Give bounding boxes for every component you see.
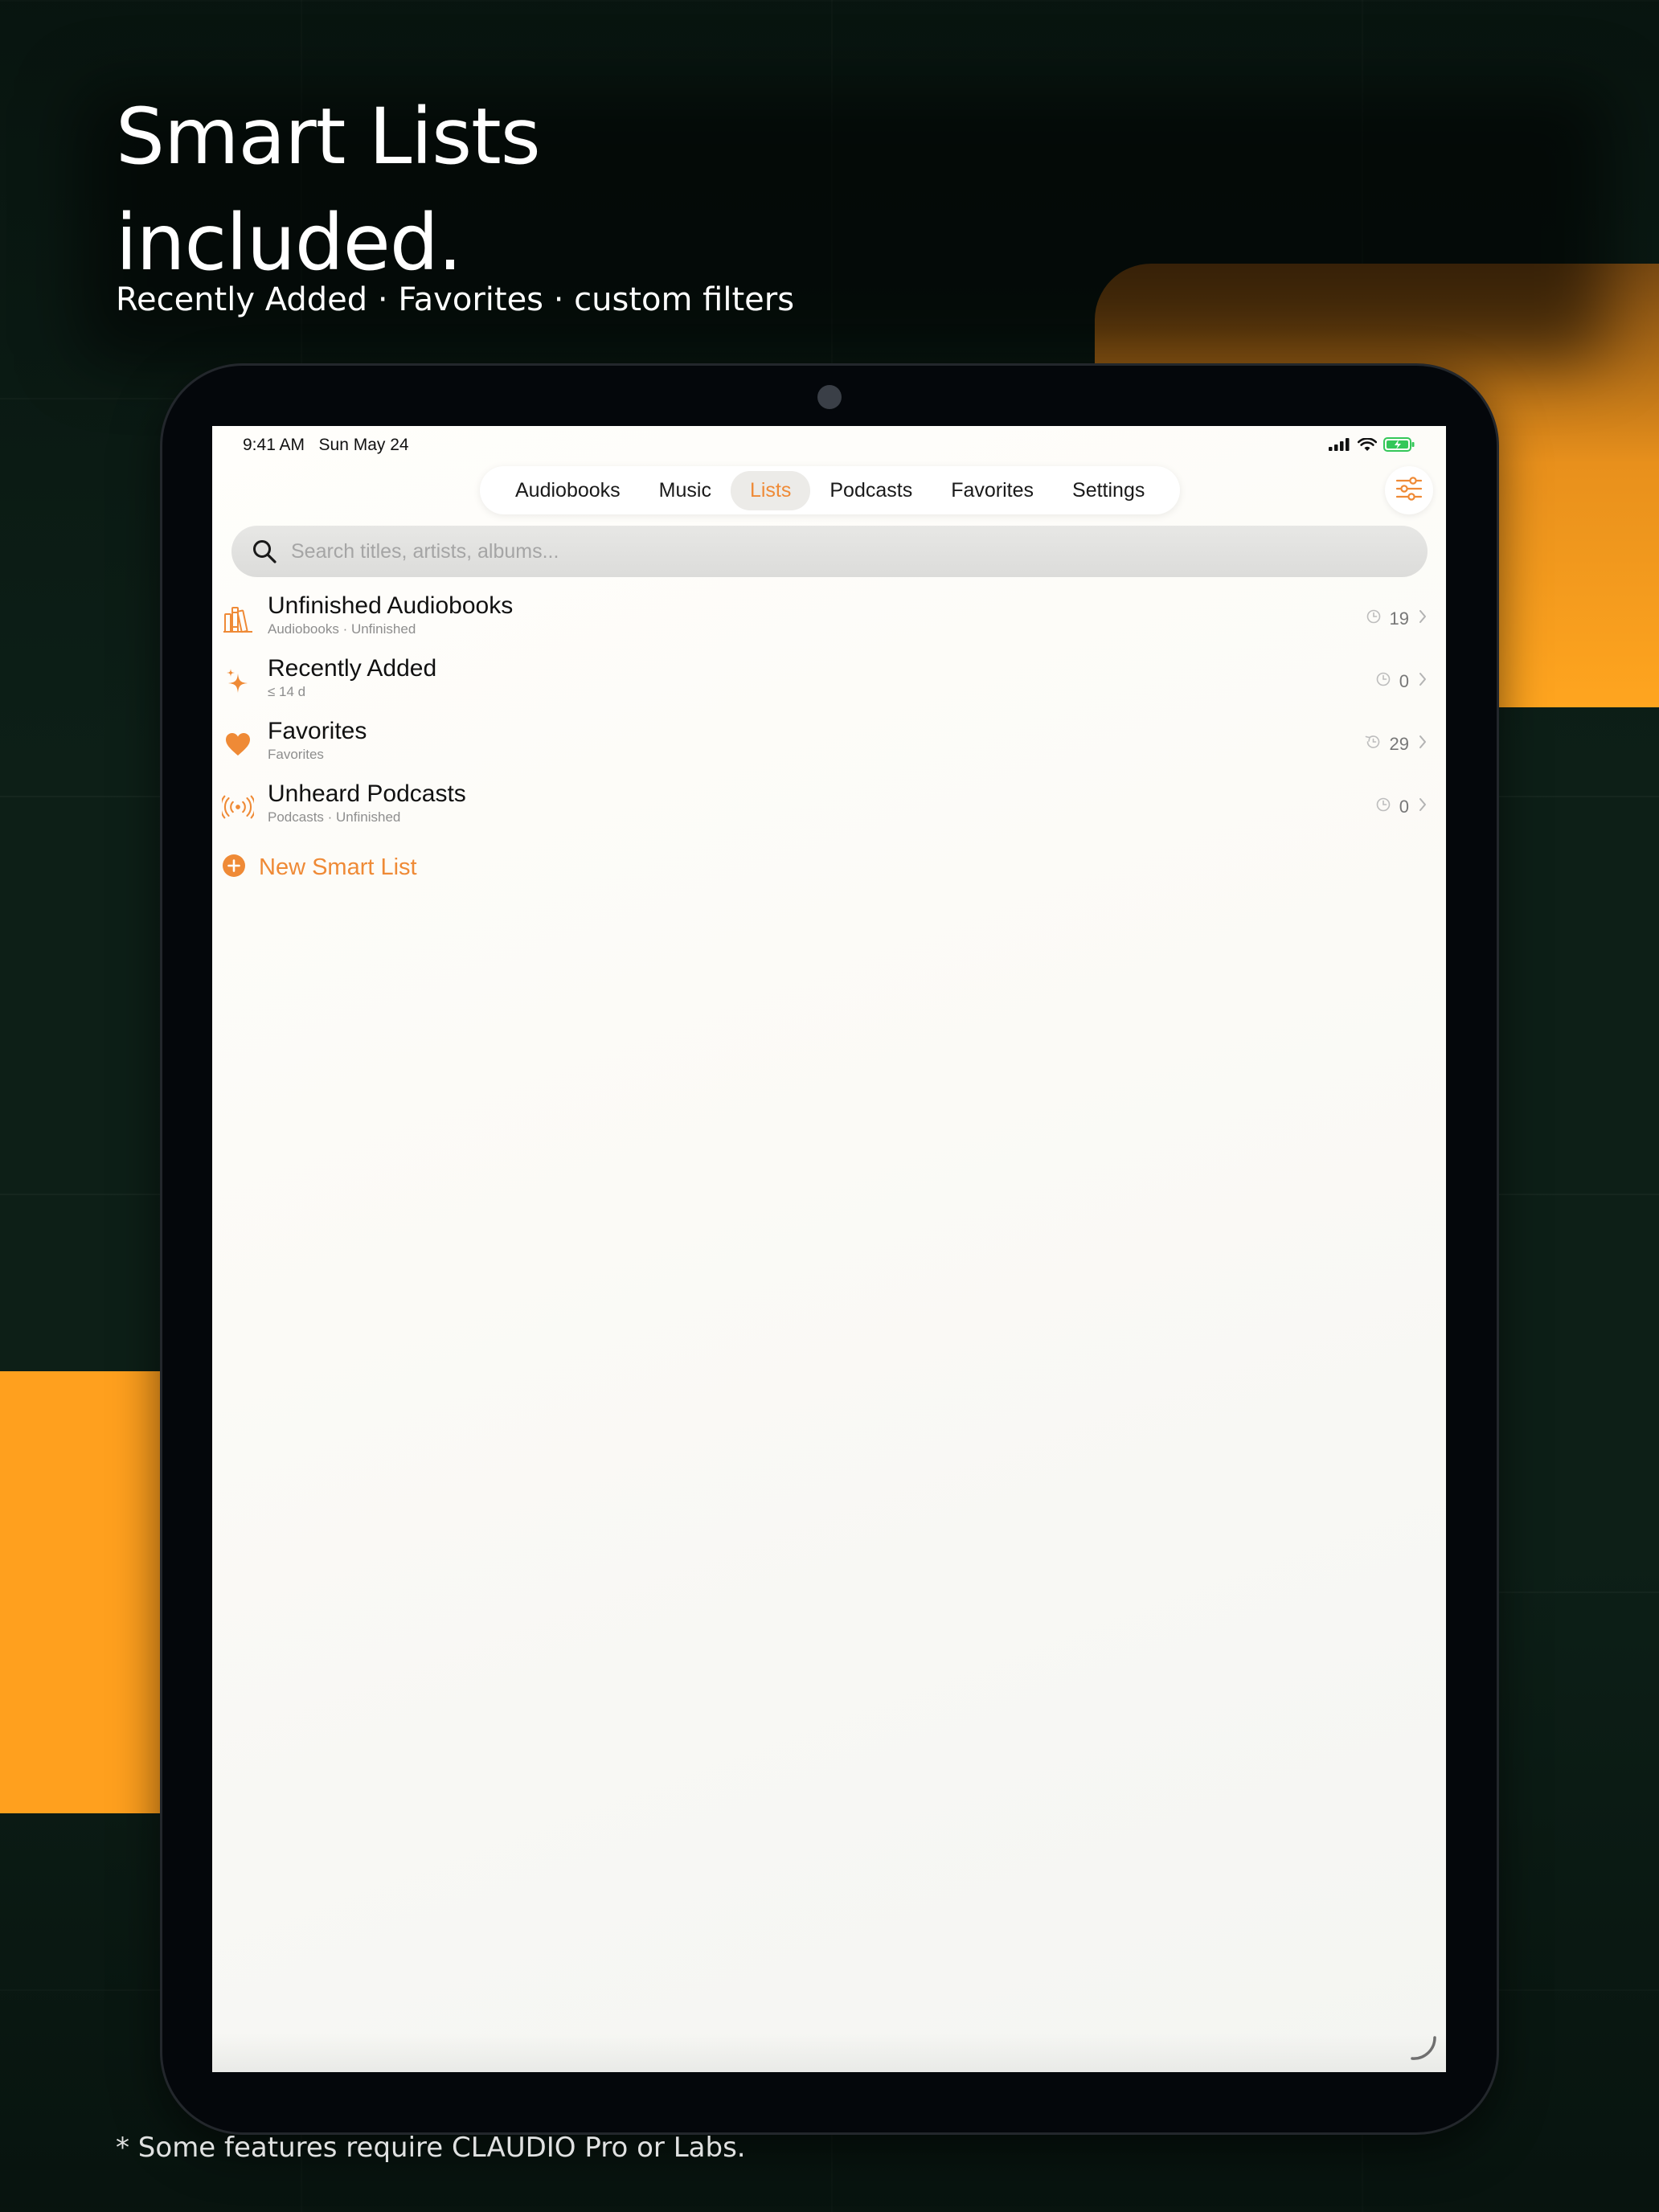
tab-audiobooks[interactable]: Audiobooks (496, 471, 640, 510)
sliders-icon (1395, 476, 1423, 505)
headline: Smart Lists included. (116, 84, 541, 296)
heart-icon (222, 728, 254, 760)
list-item-count: 19 (1389, 608, 1409, 629)
list-item-recently-added[interactable]: Recently Added ≤ 14 d 0 (212, 649, 1446, 712)
books-icon (222, 603, 254, 635)
search-icon (251, 538, 278, 565)
front-camera (817, 385, 842, 409)
new-smart-list-label: New Smart List (259, 854, 417, 880)
history-icon (1364, 734, 1382, 754)
chevron-right-icon (1417, 670, 1428, 692)
list-item-meta: 29 (1364, 733, 1428, 755)
new-smart-list-button[interactable]: New Smart List (222, 854, 417, 882)
status-time: 9:41 AM Sun May 24 (243, 436, 409, 454)
list-item-count: 0 (1399, 670, 1409, 691)
smart-lists: Unfinished Audiobooks Audiobooks · Unfin… (212, 587, 1446, 838)
chevron-right-icon (1417, 796, 1428, 817)
list-item-favorites[interactable]: Favorites Favorites 29 (212, 712, 1446, 775)
resize-grip-icon[interactable] (1407, 2031, 1440, 2067)
headline-line-2: included. (116, 198, 462, 288)
list-item-text: Recently Added ≤ 14 d (268, 654, 436, 701)
list-item-count: 0 (1399, 796, 1409, 817)
decorative-orange-block-left (0, 1371, 164, 1813)
tab-lists[interactable]: Lists (730, 470, 811, 510)
status-bar: 9:41 AM Sun May 24 (212, 426, 1446, 461)
footnote: * Some features require CLAUDIO Pro or L… (116, 2132, 746, 2164)
tab-settings[interactable]: Settings (1053, 471, 1164, 510)
list-item-subtitle: Audiobooks · Unfinished (268, 621, 416, 637)
list-item-subtitle: Favorites (268, 747, 324, 762)
wifi-icon (1357, 436, 1378, 456)
headline-subtitle: Recently Added · Favorites · custom filt… (116, 281, 795, 318)
chevron-right-icon (1417, 733, 1428, 755)
broadcast-icon (222, 791, 254, 823)
cellular-signal-icon (1329, 438, 1351, 455)
list-item-meta: 0 (1375, 796, 1428, 817)
search-input[interactable] (289, 539, 1402, 564)
clock-icon (1375, 671, 1391, 691)
list-item-unfinished-audiobooks[interactable]: Unfinished Audiobooks Audiobooks · Unfin… (212, 587, 1446, 649)
list-item-title: Unheard Podcasts (268, 780, 466, 807)
tab-music[interactable]: Music (640, 471, 731, 510)
tab-podcasts[interactable]: Podcasts (810, 471, 932, 510)
headline-line-1: Smart Lists (116, 92, 541, 182)
list-item-unheard-podcasts[interactable]: Unheard Podcasts Podcasts · Unfinished 0 (212, 775, 1446, 838)
list-item-title: Favorites (268, 718, 367, 744)
filter-settings-button[interactable] (1385, 466, 1433, 514)
tab-favorites[interactable]: Favorites (932, 471, 1053, 510)
clock-icon (1375, 797, 1391, 817)
search-bar (231, 526, 1428, 577)
app-screen: 9:41 AM Sun May 24 Audiobooks Music List… (212, 426, 1446, 2072)
status-icons (1329, 436, 1415, 456)
list-item-subtitle: Podcasts · Unfinished (268, 809, 401, 825)
battery-charging-icon (1383, 437, 1415, 456)
chevron-right-icon (1417, 608, 1428, 629)
ipad-device-frame: 9:41 AM Sun May 24 Audiobooks Music List… (162, 366, 1497, 2132)
list-item-subtitle: ≤ 14 d (268, 684, 306, 699)
list-item-count: 29 (1389, 733, 1409, 754)
plus-circle-icon (222, 854, 246, 882)
sparkles-icon (222, 666, 254, 698)
bottom-sheen (212, 2034, 1446, 2072)
list-item-title: Recently Added (268, 655, 437, 682)
list-item-meta: 19 (1366, 608, 1428, 629)
list-item-text: Unfinished Audiobooks Audiobooks · Unfin… (268, 592, 513, 638)
list-item-text: Favorites Favorites (268, 717, 367, 764)
tab-bar: Audiobooks Music Lists Podcasts Favorites Set… (480, 466, 1181, 514)
list-item-meta: 0 (1375, 670, 1428, 692)
list-item-title: Unfinished Audiobooks (268, 592, 514, 619)
list-item-text: Unheard Podcasts Podcasts · Unfinished (268, 780, 466, 826)
clock-icon (1366, 608, 1382, 629)
